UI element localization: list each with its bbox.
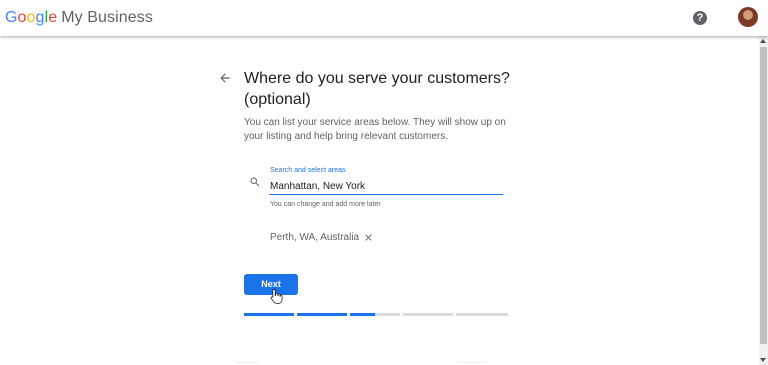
- hand-pointer-icon: [270, 288, 283, 304]
- area-search-input[interactable]: [269, 179, 503, 195]
- divider: [236, 362, 258, 363]
- help-icon[interactable]: ?: [693, 11, 707, 25]
- scrollbar-thumb[interactable]: [760, 47, 767, 344]
- progress-indicator: [244, 313, 508, 316]
- progress-fill: [297, 313, 347, 316]
- scroll-up-arrow-icon[interactable]: [760, 39, 766, 43]
- page-description: You can list your service areas below. T…: [244, 117, 506, 142]
- logo-letter: e: [48, 9, 58, 26]
- progress-segment-1: [244, 313, 294, 316]
- search-helper-text: You can change and add more later: [270, 201, 381, 208]
- logo-letter: o: [26, 9, 36, 26]
- progress-fill: [350, 313, 375, 316]
- logo-letter: G: [5, 9, 18, 26]
- arrow-back-icon[interactable]: [218, 71, 232, 85]
- progress-segment-3: [350, 313, 400, 316]
- progress-fill: [244, 313, 294, 316]
- divider: [458, 362, 486, 363]
- top-app-bar: Google My Business ?: [0, 0, 768, 36]
- search-field-label: Search and select areas: [270, 167, 346, 174]
- logo-letter: g: [35, 9, 45, 26]
- progress-segment-4: [403, 313, 453, 316]
- google-my-business-logo[interactable]: Google My Business: [5, 9, 153, 27]
- close-icon[interactable]: [363, 232, 374, 243]
- search-icon: [250, 177, 260, 187]
- page-title: Where do you serve your customers? (opti…: [244, 70, 510, 108]
- logo-letter: o: [17, 9, 27, 26]
- progress-segment-2: [297, 313, 347, 316]
- avatar[interactable]: [738, 7, 758, 27]
- vertical-scrollbar[interactable]: [759, 36, 768, 365]
- product-name: My Business: [61, 9, 153, 26]
- selected-area-label: Perth, WA, Australia: [270, 232, 360, 243]
- scroll-down-arrow-icon[interactable]: [760, 358, 766, 362]
- progress-segment-5: [456, 313, 508, 316]
